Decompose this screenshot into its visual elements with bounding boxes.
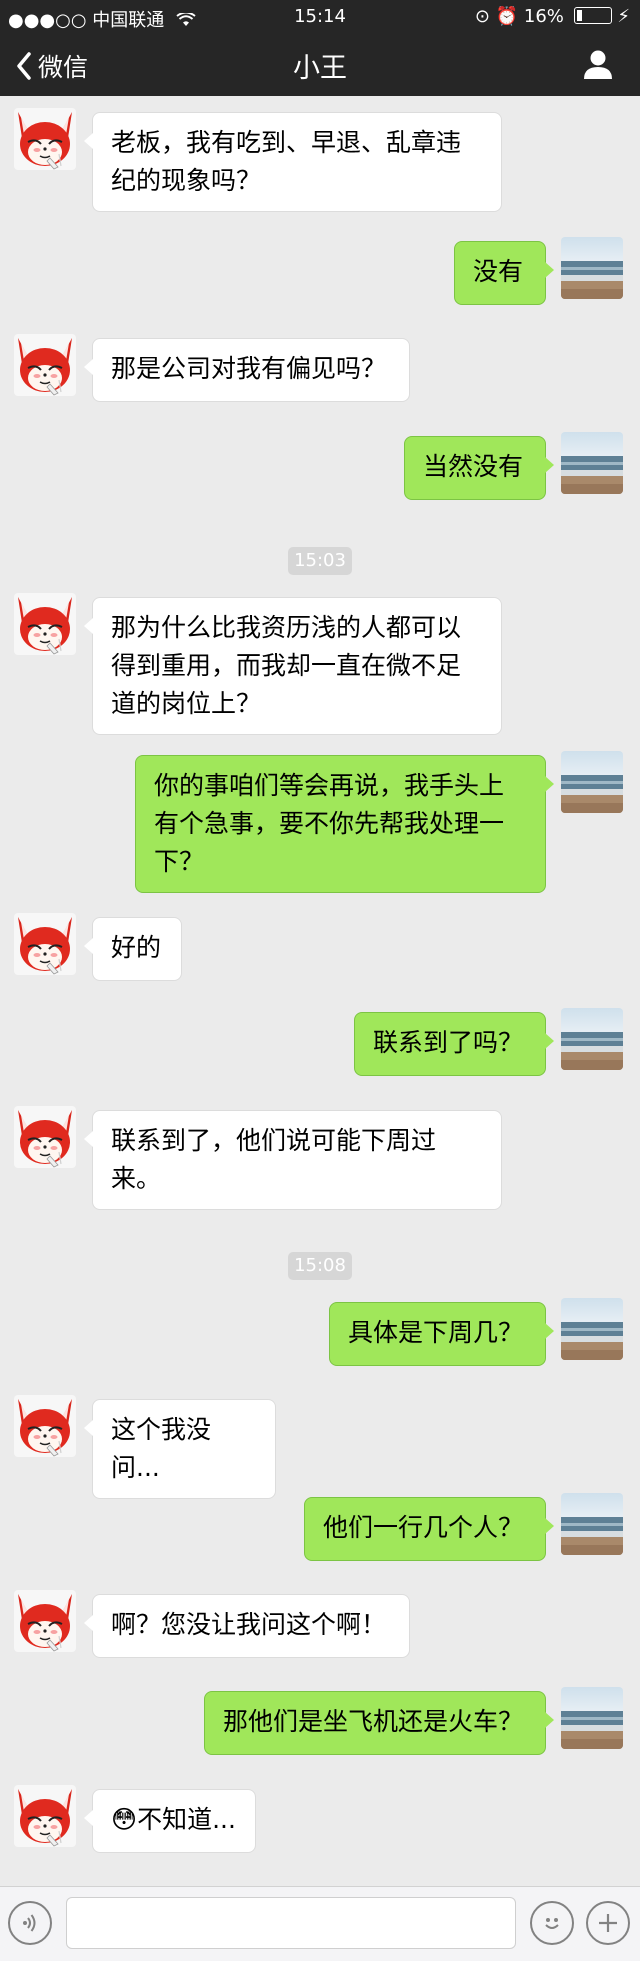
- beach-avatar: [561, 1493, 623, 1555]
- input-bar: [0, 1886, 640, 1961]
- charging-icon: ⚡: [617, 6, 630, 27]
- message-text: 联系到了，他们说可能下周过来。: [111, 1126, 437, 1193]
- my-avatar[interactable]: [561, 1687, 623, 1749]
- outgoing-message-bubble[interactable]: 那他们是坐飞机还是火车？: [204, 1691, 554, 1755]
- message-text: 老板，我有吃到、早退、乱章违纪的现象吗？: [111, 128, 462, 195]
- smiley-icon: [545, 1918, 559, 1929]
- incoming-message-bubble[interactable]: 联系到了，他们说可能下周过来。: [84, 1110, 502, 1210]
- message-text: 具体是下周几？: [348, 1318, 524, 1347]
- my-avatar[interactable]: [561, 432, 623, 494]
- message-text: 他们一行几个人？: [323, 1513, 524, 1542]
- incoming-message-bubble[interactable]: 这个我没问...: [84, 1399, 276, 1499]
- beach-avatar: [561, 1687, 623, 1749]
- red-fox-avatar: [14, 108, 76, 170]
- outgoing-message-bubble[interactable]: 你的事咱们等会再说，我手头上有个急事，要不你先帮我处理一下？: [135, 755, 554, 893]
- contact-avatar[interactable]: [14, 108, 76, 170]
- chat-timestamp: 15:08: [288, 1252, 352, 1280]
- message-text: 那为什么比我资历浅的人都可以得到重用，而我却一直在微不足道的岗位上？: [111, 613, 462, 718]
- voice-button[interactable]: [8, 1901, 52, 1945]
- outgoing-message-bubble[interactable]: 他们一行几个人？: [304, 1497, 554, 1561]
- plus-icon: [599, 1914, 617, 1932]
- incoming-message-bubble[interactable]: 😳不知道...: [84, 1789, 256, 1853]
- person-icon: [584, 50, 612, 79]
- beach-avatar: [561, 1008, 623, 1070]
- contact-avatar[interactable]: [14, 334, 76, 396]
- message-text: 没有: [473, 257, 524, 286]
- profile-button[interactable]: [582, 48, 614, 84]
- contact-avatar[interactable]: [14, 1590, 76, 1652]
- incoming-message-bubble[interactable]: 好的: [84, 917, 182, 981]
- voice-icon: [23, 1914, 36, 1932]
- outgoing-message-bubble[interactable]: 联系到了吗？: [354, 1012, 554, 1076]
- message-text: 啊？您没让我问这个啊！: [111, 1610, 387, 1639]
- red-fox-avatar: [14, 1785, 76, 1847]
- contact-avatar[interactable]: [14, 913, 76, 975]
- incoming-message-bubble[interactable]: 啊？您没让我问这个啊！: [84, 1594, 410, 1658]
- message-text: 不知道...: [137, 1805, 236, 1834]
- my-avatar[interactable]: [561, 1493, 623, 1555]
- more-button[interactable]: [586, 1901, 630, 1945]
- red-fox-avatar: [14, 593, 76, 655]
- message-text: 那他们是坐飞机还是火车？: [223, 1707, 524, 1736]
- battery-icon: [573, 7, 612, 24]
- chat-title: 小王: [293, 53, 347, 84]
- red-fox-avatar: [14, 1106, 76, 1168]
- status-right: ⊙ ⏰ 16% ⚡: [475, 6, 630, 27]
- incoming-message-bubble[interactable]: 那是公司对我有偏见吗？: [84, 338, 410, 402]
- red-fox-avatar: [14, 334, 76, 396]
- message-text: 那是公司对我有偏见吗？: [111, 354, 387, 383]
- beach-avatar: [561, 432, 623, 494]
- contact-avatar[interactable]: [14, 1106, 76, 1168]
- alarm-icon: ⏰: [495, 6, 519, 27]
- outgoing-message-bubble[interactable]: 当然没有: [404, 436, 554, 500]
- beach-avatar: [561, 1298, 623, 1360]
- my-avatar[interactable]: [561, 751, 623, 813]
- red-fox-avatar: [14, 1395, 76, 1457]
- red-fox-avatar: [14, 1590, 76, 1652]
- battery-percent: 16%: [523, 6, 564, 27]
- message-text: 联系到了吗？: [373, 1028, 524, 1057]
- message-text: 你的事咱们等会再说，我手头上有个急事，要不你先帮我处理一下？: [154, 771, 505, 876]
- beach-avatar: [561, 751, 623, 813]
- red-fox-avatar: [14, 913, 76, 975]
- beach-avatar: [561, 237, 623, 299]
- contact-avatar[interactable]: [14, 1785, 76, 1847]
- my-avatar[interactable]: [561, 1008, 623, 1070]
- message-text: 当然没有: [423, 452, 524, 481]
- emoji-button[interactable]: [530, 1901, 574, 1945]
- message-text: 好的: [111, 933, 162, 962]
- message-text: 这个我没问...: [111, 1415, 212, 1482]
- message-input[interactable]: [66, 1897, 516, 1949]
- chat-timestamp: 15:03: [288, 547, 352, 575]
- my-avatar[interactable]: [561, 1298, 623, 1360]
- contact-avatar[interactable]: [14, 593, 76, 655]
- outgoing-message-bubble[interactable]: 具体是下周几？: [329, 1302, 554, 1366]
- rotation-lock-icon: ⊙: [474, 6, 490, 27]
- nav-bar: 微信 小王: [0, 34, 640, 96]
- my-avatar[interactable]: [561, 237, 623, 299]
- battery-fill: [576, 10, 582, 21]
- status-bar: ●●●○○ 中国联通 15:14 ⊙ ⏰ 16% ⚡: [0, 0, 640, 34]
- contact-avatar[interactable]: [14, 1395, 76, 1457]
- incoming-message-bubble[interactable]: 老板，我有吃到、早退、乱章违纪的现象吗？: [84, 112, 502, 212]
- incoming-message-bubble[interactable]: 那为什么比我资历浅的人都可以得到重用，而我却一直在微不足道的岗位上？: [84, 597, 502, 735]
- flushed-emoji-icon: 😳: [111, 1805, 138, 1834]
- outgoing-message-bubble[interactable]: 没有: [454, 241, 554, 305]
